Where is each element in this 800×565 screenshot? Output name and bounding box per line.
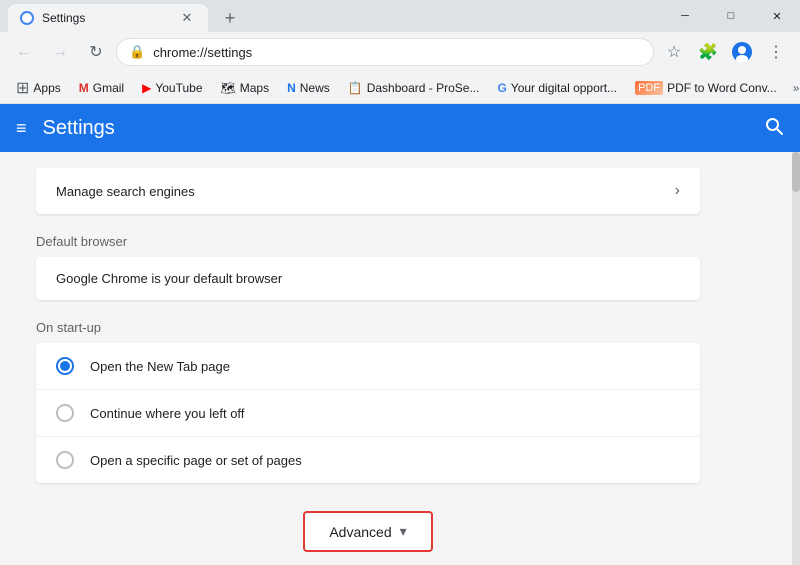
lock-icon: 🔒 — [129, 44, 145, 60]
settings-content: Manage search engines › Default browser … — [0, 152, 800, 565]
advanced-button[interactable]: Advanced ▾ — [303, 511, 432, 552]
bookmark-maps[interactable]: 🗺 Maps — [213, 77, 278, 99]
startup-specific-label: Open a specific page or set of pages — [90, 453, 302, 468]
tab-strip: Settings ✕ + — [0, 0, 244, 32]
title-bar: Settings ✕ + ─ □ ✕ — [0, 0, 800, 32]
tab-close-button[interactable]: ✕ — [178, 9, 196, 27]
more-menu-button[interactable]: ⋮ — [760, 36, 792, 68]
bookmark-google-label: Your digital opport... — [511, 81, 617, 95]
minimize-button[interactable]: ─ — [662, 0, 708, 32]
bookmarks-bar: ⊞ Apps M Gmail ▶ YouTube 🗺 Maps N News 📋… — [0, 72, 800, 104]
startup-continue-label: Continue where you left off — [90, 406, 244, 421]
profile-button[interactable] — [726, 36, 758, 68]
radio-specific[interactable] — [56, 451, 74, 469]
settings-search-icon[interactable] — [764, 116, 784, 141]
refresh-button[interactable]: ↻ — [80, 36, 112, 68]
active-tab[interactable]: Settings ✕ — [8, 4, 208, 32]
advanced-chevron-icon: ▾ — [400, 523, 407, 540]
gmail-icon: M — [79, 81, 89, 95]
news-icon: N — [287, 81, 296, 95]
bookmark-dashboard-label: Dashboard - ProSe... — [367, 81, 480, 95]
advanced-button-label: Advanced — [329, 524, 391, 540]
nav-right-buttons: ☆ 🧩 ⋮ — [658, 36, 792, 68]
new-tab-button[interactable]: + — [216, 4, 244, 32]
advanced-button-area: Advanced ▾ — [36, 511, 700, 552]
manage-search-engines-row[interactable]: Manage search engines › — [36, 168, 700, 214]
tab-favicon — [20, 11, 34, 25]
pdf-icon: PDF — [635, 81, 663, 95]
bookmark-news[interactable]: N News — [279, 77, 338, 99]
apps-grid-icon: ⊞ — [16, 78, 29, 98]
address-bar[interactable]: 🔒 chrome://settings — [116, 38, 654, 66]
close-button[interactable]: ✕ — [754, 0, 800, 32]
navigation-bar: ← → ↻ 🔒 chrome://settings ☆ 🧩 ⋮ — [0, 32, 800, 72]
apps-label: Apps — [33, 81, 60, 95]
startup-section-label: On start-up — [36, 300, 700, 343]
window-controls: ─ □ ✕ — [662, 0, 800, 32]
bookmark-gmail[interactable]: M Gmail — [71, 77, 132, 99]
default-browser-text: Google Chrome is your default browser — [56, 271, 282, 286]
startup-radio-group: Open the New Tab page Continue where you… — [36, 343, 700, 483]
hamburger-menu-icon[interactable]: ≡ — [16, 118, 27, 139]
bookmark-youtube[interactable]: ▶ YouTube — [134, 77, 210, 99]
youtube-icon: ▶ — [142, 81, 151, 95]
chevron-right-icon: › — [675, 182, 680, 200]
more-bookmarks-button[interactable]: » — [787, 77, 800, 99]
settings-header: ≡ Settings — [0, 104, 800, 152]
manage-search-engines-label: Manage search engines — [56, 184, 195, 199]
bookmark-maps-label: Maps — [240, 81, 269, 95]
scrollbar-thumb[interactable] — [792, 152, 800, 192]
bookmark-pdf-label: PDF to Word Conv... — [667, 81, 777, 95]
startup-new-tab-label: Open the New Tab page — [90, 359, 230, 374]
forward-button[interactable]: → — [44, 36, 76, 68]
address-text: chrome://settings — [153, 45, 641, 60]
bookmark-google[interactable]: G Your digital opport... — [489, 77, 625, 99]
tab-title: Settings — [42, 11, 85, 25]
bookmark-star-button[interactable]: ☆ — [658, 36, 690, 68]
content-area: Manage search engines › Default browser … — [20, 168, 780, 552]
startup-option-specific[interactable]: Open a specific page or set of pages — [36, 437, 700, 483]
bookmark-pdf[interactable]: PDF PDF to Word Conv... — [627, 77, 785, 99]
bookmark-apps[interactable]: ⊞ Apps — [8, 74, 69, 102]
settings-page-title: Settings — [43, 117, 748, 140]
scrollbar[interactable] — [792, 152, 800, 565]
radio-continue[interactable] — [56, 404, 74, 422]
maximize-button[interactable]: □ — [708, 0, 754, 32]
bookmark-gmail-label: Gmail — [93, 81, 124, 95]
google-icon: G — [497, 81, 506, 95]
startup-option-continue[interactable]: Continue where you left off — [36, 390, 700, 437]
dashboard-icon: 📋 — [348, 81, 363, 95]
bookmark-youtube-label: YouTube — [155, 81, 202, 95]
maps-icon: 🗺 — [221, 81, 236, 95]
back-button[interactable]: ← — [8, 36, 40, 68]
default-browser-section-label: Default browser — [36, 214, 700, 257]
startup-option-new-tab[interactable]: Open the New Tab page — [36, 343, 700, 390]
extensions-button[interactable]: 🧩 — [692, 36, 724, 68]
radio-new-tab[interactable] — [56, 357, 74, 375]
bookmark-dashboard[interactable]: 📋 Dashboard - ProSe... — [340, 77, 488, 99]
default-browser-info: Google Chrome is your default browser — [36, 257, 700, 300]
bookmark-news-label: News — [300, 81, 330, 95]
